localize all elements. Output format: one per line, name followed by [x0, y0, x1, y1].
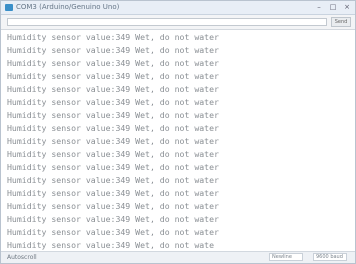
- send-button[interactable]: Send: [331, 17, 351, 27]
- log-line: Humidity sensor value:349 Wet, do not wa…: [7, 32, 219, 42]
- log-line: Humidity sensor value:349 Wet, do not wa…: [7, 162, 219, 172]
- status-controls: Newline 9600 baud: [269, 253, 347, 261]
- status-bar: Autoscroll Newline 9600 baud: [1, 251, 355, 263]
- window-title: COM3 (Arduino/Genuino Uno): [16, 3, 120, 11]
- log-line: Humidity sensor value:349 Wet, do not wa…: [7, 97, 219, 107]
- baud-rate-select[interactable]: 9600 baud: [313, 253, 347, 261]
- autoscroll-toggle[interactable]: Autoscroll: [7, 254, 37, 261]
- log-line: Humidity sensor value:349 Wet, do not wa…: [7, 110, 219, 120]
- minimize-icon[interactable]: –: [315, 3, 323, 11]
- log-line: Humidity sensor value:349 Wet, do not wa…: [7, 45, 219, 55]
- serial-monitor-window: COM3 (Arduino/Genuino Uno) – □ × Send Hu…: [0, 0, 356, 264]
- line-ending-select[interactable]: Newline: [269, 253, 303, 261]
- title-bar: COM3 (Arduino/Genuino Uno) – □ ×: [1, 1, 355, 15]
- log-line: Humidity sensor value:349 Wet, do not wa…: [7, 175, 219, 185]
- send-toolbar: Send: [1, 15, 355, 30]
- log-line: Humidity sensor value:349 Wet, do not wa…: [7, 188, 219, 198]
- log-line: Humidity sensor value:349 Wet, do not wa…: [7, 240, 215, 250]
- log-line: Humidity sensor value:349 Wet, do not wa…: [7, 214, 219, 224]
- log-line: Humidity sensor value:349 Wet, do not wa…: [7, 136, 219, 146]
- serial-output: Humidity sensor value:349 Wet, do not wa…: [1, 30, 355, 252]
- app-icon: [5, 4, 13, 11]
- log-line: Humidity sensor value:349 Wet, do not wa…: [7, 58, 219, 68]
- close-icon[interactable]: ×: [343, 3, 351, 11]
- log-line: Humidity sensor value:349 Wet, do not wa…: [7, 201, 219, 211]
- log-line: Humidity sensor value:349 Wet, do not wa…: [7, 227, 219, 237]
- log-line: Humidity sensor value:349 Wet, do not wa…: [7, 71, 219, 81]
- log-line: Humidity sensor value:349 Wet, do not wa…: [7, 84, 219, 94]
- log-line: Humidity sensor value:349 Wet, do not wa…: [7, 149, 219, 159]
- window-controls: – □ ×: [315, 3, 351, 11]
- serial-input[interactable]: [7, 18, 327, 26]
- log-line: Humidity sensor value:349 Wet, do not wa…: [7, 123, 219, 133]
- maximize-icon[interactable]: □: [329, 3, 337, 11]
